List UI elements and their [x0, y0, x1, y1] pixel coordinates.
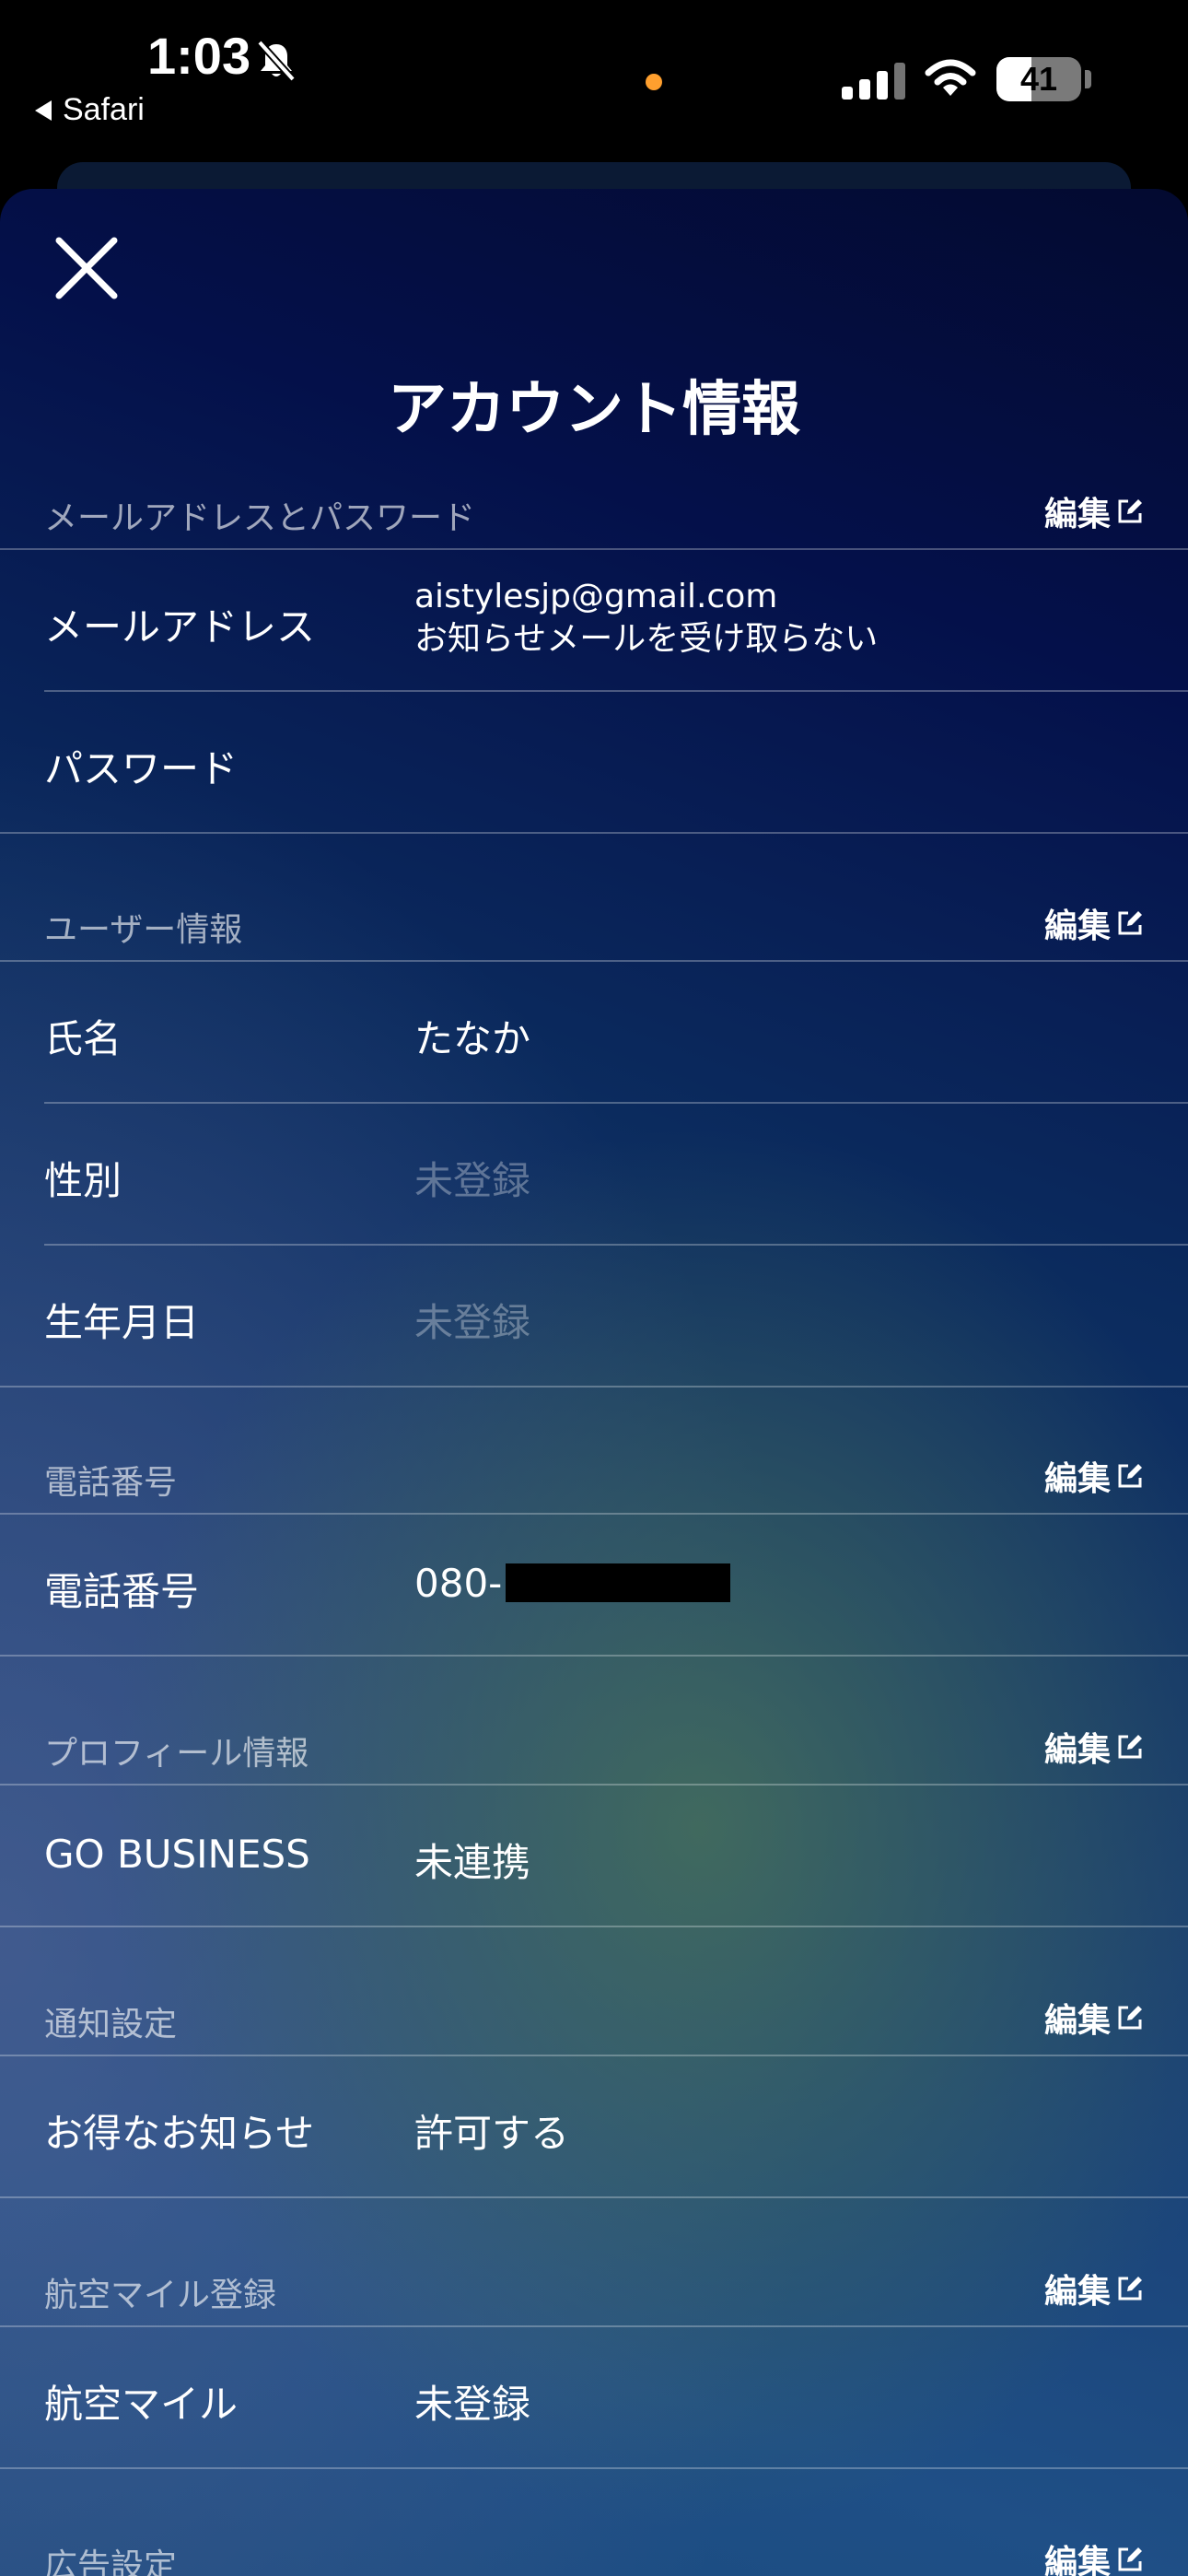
row-password[interactable]: パスワード [0, 692, 1188, 832]
row-label: GO BUSINESS [44, 1832, 310, 1877]
row-value: 未連携 [414, 1840, 531, 1885]
account-info-sheet: アカウント情報 メールアドレスとパスワード 編集 メールアドレス aistyle… [0, 189, 1188, 2576]
row-name[interactable]: 氏名 たなか [0, 962, 1188, 1102]
edit-label: 編集 [1043, 2544, 1111, 2576]
section-header: メールアドレスとパスワード 編集 [44, 482, 1144, 546]
row-value: 未登録 [414, 2382, 531, 2427]
email-newsletter-status: お知らせメールを受け取らない [414, 620, 879, 658]
edit-icon [1118, 2547, 1142, 2571]
edit-ads-button[interactable]: 編集 [1044, 2535, 1144, 2576]
section-header: 電話番号 編集 [44, 1446, 1144, 1511]
edit-icon [1118, 499, 1142, 523]
edit-icon [1118, 911, 1142, 935]
row-value: 未登録 [414, 1158, 531, 1203]
back-triangle-icon [35, 100, 52, 121]
section-title: 航空マイル登録 [44, 2277, 277, 2314]
section-header: ユーザー情報 編集 [44, 894, 1144, 958]
edit-label: 編集 [1043, 2273, 1111, 2311]
edit-notifications-button[interactable]: 編集 [1044, 1994, 1144, 2042]
email-address: aistylesjp@gmail.com [414, 578, 778, 615]
edit-airline-miles-button[interactable]: 編集 [1044, 2265, 1144, 2313]
section-title: 電話番号 [44, 1464, 178, 1502]
battery-icon: 41 [996, 57, 1081, 101]
edit-label: 編集 [1043, 2002, 1111, 2040]
edit-label: 編集 [1043, 496, 1111, 533]
phone-value: 080- [414, 1561, 731, 1606]
battery-level: 41 [1019, 60, 1058, 98]
clock-time: 1:03 [147, 27, 251, 85]
redacted-block [506, 1563, 731, 1602]
section-title: メールアドレスとパスワード [44, 499, 476, 537]
phone-prefix: 080- [414, 1561, 503, 1606]
close-icon[interactable] [52, 233, 122, 303]
row-label: 氏名 [44, 1016, 122, 1061]
edit-icon [1118, 1735, 1142, 1759]
row-label: 性別 [44, 1158, 122, 1203]
row-label: メールアドレス [44, 604, 316, 650]
edit-label: 編集 [1043, 907, 1111, 945]
row-label: 航空マイル [44, 2382, 239, 2427]
cellular-signal-icon [842, 61, 905, 100]
row-value: たなか [414, 1016, 531, 1061]
status-bar: 1:03 Safari 41 [0, 0, 1188, 166]
page-title: アカウント情報 [388, 376, 800, 444]
row-label: 電話番号 [44, 1569, 200, 1614]
battery-tip [1085, 70, 1091, 88]
section-header: 広告設定 編集 [44, 2530, 1144, 2576]
section-title: 通知設定 [44, 2006, 178, 2043]
bell-slash-icon [257, 40, 296, 82]
row-label: 生年月日 [44, 1300, 200, 1345]
edit-icon [1118, 2277, 1142, 2301]
edit-label: 編集 [1043, 1460, 1111, 1498]
row-label: パスワード [44, 746, 239, 791]
row-gender[interactable]: 性別 未登録 [0, 1104, 1188, 1244]
row-phone[interactable]: 電話番号 080- [0, 1515, 1188, 1655]
row-label: お得なお知らせ [44, 2111, 315, 2156]
edit-icon [1118, 1464, 1142, 1488]
privacy-indicator-dot [646, 74, 662, 90]
edit-profile-button[interactable]: 編集 [1044, 1723, 1144, 1771]
row-email[interactable]: メールアドレス aistylesjp@gmail.com お知らせメールを受け取… [0, 550, 1188, 690]
edit-phone-button[interactable]: 編集 [1044, 1452, 1144, 1500]
edit-user-info-button[interactable]: 編集 [1044, 899, 1144, 947]
section-header: 航空マイル登録 編集 [44, 2259, 1144, 2324]
section-title: ユーザー情報 [44, 911, 243, 949]
back-app-label: Safari [63, 92, 145, 127]
edit-icon [1118, 2006, 1142, 2030]
section-header: プロフィール情報 編集 [44, 1717, 1144, 1782]
row-value: 未登録 [414, 1300, 531, 1345]
email-value: aistylesjp@gmail.com お知らせメールを受け取らない [414, 576, 878, 661]
edit-email-password-button[interactable]: 編集 [1044, 487, 1144, 535]
back-to-app-link[interactable]: Safari [35, 92, 145, 128]
row-birthday[interactable]: 生年月日 未登録 [0, 1246, 1188, 1386]
section-title: 広告設定 [44, 2547, 178, 2576]
row-deals-notifications[interactable]: お得なお知らせ 許可する [0, 2056, 1188, 2196]
row-airline-miles[interactable]: 航空マイル 未登録 [0, 2327, 1188, 2467]
section-title: プロフィール情報 [44, 1735, 309, 1773]
wifi-icon [925, 59, 976, 96]
row-go-business[interactable]: GO BUSINESS 未連携 [0, 1786, 1188, 1926]
section-header: 通知設定 編集 [44, 1988, 1144, 2053]
edit-label: 編集 [1043, 1731, 1111, 1769]
row-value: 許可する [414, 2111, 570, 2156]
